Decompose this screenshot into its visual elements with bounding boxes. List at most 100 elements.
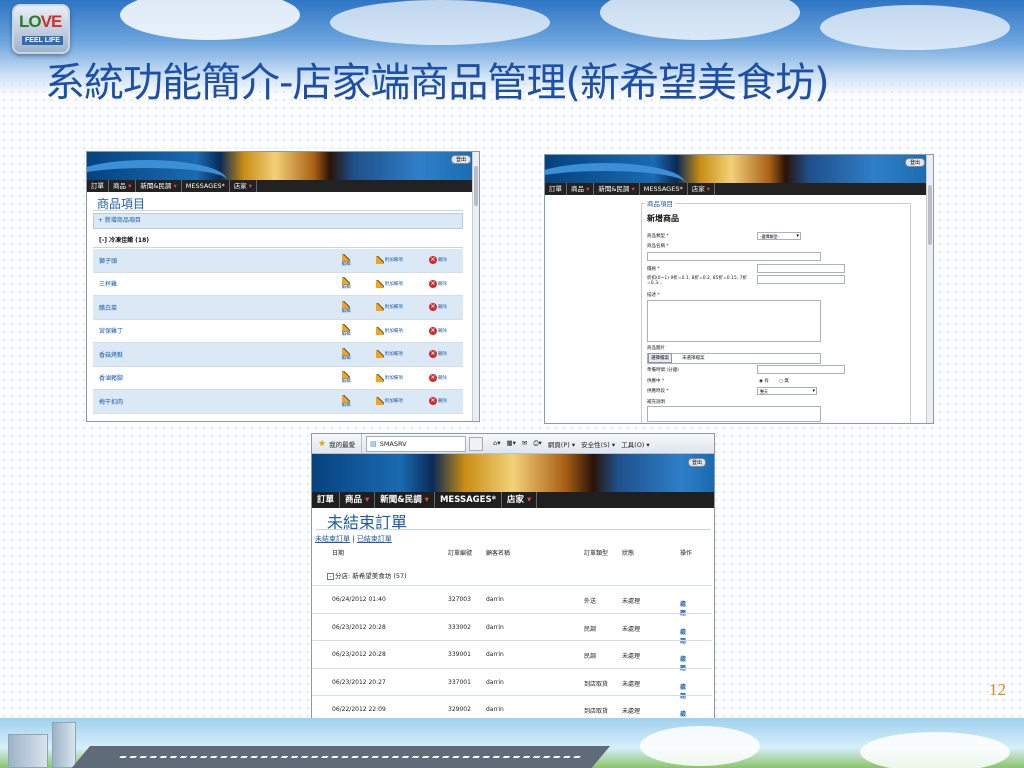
menu-news[interactable]: 新聞&民調 ▾ bbox=[594, 183, 640, 195]
edit-button[interactable]: 編輯 bbox=[342, 347, 376, 361]
browse-button[interactable]: 選擇檔案 bbox=[648, 353, 672, 363]
cmd-safety[interactable]: 安全性(S) ▾ bbox=[581, 439, 615, 449]
favorites-button[interactable]: ★ 我的最愛 bbox=[312, 434, 363, 454]
menu-news[interactable]: 新聞&民調 ▾ bbox=[375, 492, 435, 508]
discount-input[interactable] bbox=[757, 275, 845, 284]
menu-messages[interactable]: MESSAGES* bbox=[182, 180, 230, 192]
category-header[interactable]: [-] 冷凍佳餚 (18) bbox=[93, 234, 463, 248]
order-number: 329002 bbox=[448, 706, 471, 713]
period-select[interactable]: 整天 bbox=[757, 387, 817, 395]
delete-button[interactable]: × 刪除 bbox=[428, 303, 463, 312]
prep-time-input[interactable] bbox=[757, 365, 845, 374]
type-select[interactable]: -選擇類型- bbox=[757, 232, 801, 240]
product-name[interactable]: 香菇烤麩 bbox=[93, 350, 342, 359]
menu-orders[interactable]: 訂單 bbox=[545, 183, 567, 195]
store-group-header[interactable]: - 分店: 新希望美食坊 (57) bbox=[327, 570, 407, 580]
browser-toolbar: ★ 我的最愛 ▤ SMASRV ⌂▾ ▦▾ ✉ ⎙▾ 網頁(P) ▾ 安全性(S… bbox=[312, 434, 714, 454]
col-customer[interactable]: 顧客名稱 bbox=[486, 548, 510, 557]
menu-products[interactable]: 商品 ▾ bbox=[109, 180, 137, 192]
menu-news[interactable]: 新聞&民調 ▾ bbox=[136, 180, 182, 192]
scrollbar-thumb[interactable] bbox=[928, 185, 932, 245]
logout-button[interactable]: 登出 bbox=[688, 458, 706, 467]
price-input[interactable] bbox=[757, 264, 845, 273]
mail-icon[interactable]: ✉ bbox=[522, 439, 527, 449]
print-icon[interactable]: ⎙▾ bbox=[533, 439, 541, 449]
menu-products[interactable]: 商品 ▾ bbox=[340, 492, 376, 508]
radio-no[interactable]: ○ 無 bbox=[779, 378, 789, 384]
edit-button[interactable]: 編輯 bbox=[342, 371, 376, 384]
product-name[interactable]: 獅子頭 bbox=[93, 256, 342, 265]
main-menu: 訂單 商品 ▾ 新聞&民調 ▾ MESSAGES* 店家 ▾ bbox=[545, 183, 933, 195]
delete-button[interactable]: × 刪除 bbox=[428, 350, 463, 359]
image-label: 商品圖片 bbox=[647, 346, 665, 351]
order-date: 06/23/2012 20:27 bbox=[332, 678, 386, 686]
site-banner: 登出 bbox=[545, 155, 933, 183]
col-date[interactable]: 日期 bbox=[332, 548, 344, 557]
delete-button[interactable]: × 刪除 bbox=[428, 373, 463, 382]
closed-orders-link[interactable]: 已結束訂單 bbox=[357, 535, 392, 543]
col-status[interactable]: 狀態 bbox=[622, 548, 634, 557]
extra-textarea[interactable] bbox=[647, 406, 821, 422]
radio-yes[interactable]: ◉ 有 bbox=[759, 378, 769, 384]
menu-store[interactable]: 店家 ▾ bbox=[502, 492, 538, 508]
browser-tab[interactable]: ▤ SMASRV bbox=[366, 435, 467, 452]
delete-button[interactable]: × 刪除 bbox=[428, 397, 463, 406]
col-type[interactable]: 訂單類型 bbox=[584, 548, 608, 557]
product-name[interactable]: 醋白菜 bbox=[93, 303, 342, 312]
orders-table-header: 日期 訂單編號 顧客名稱 訂單類型 狀態 操作 bbox=[312, 546, 712, 560]
desc-textarea[interactable] bbox=[647, 300, 821, 342]
menu-messages[interactable]: MESSAGES* bbox=[435, 492, 503, 508]
product-name[interactable]: 宮保雞丁 bbox=[93, 326, 342, 335]
addon-button[interactable]: 附加備項 bbox=[375, 350, 429, 359]
order-customer: darrin bbox=[486, 596, 504, 603]
cmd-page[interactable]: 網頁(P) ▾ bbox=[548, 439, 575, 449]
product-name[interactable]: 香滷豬腳 bbox=[93, 373, 342, 382]
addon-button[interactable]: 附加備項 bbox=[375, 373, 429, 382]
pencil-icon bbox=[375, 256, 384, 265]
logout-button[interactable]: 登出 bbox=[905, 158, 925, 167]
edit-button[interactable]: 編輯 bbox=[342, 253, 376, 267]
product-name[interactable]: 三杯雞 bbox=[93, 279, 342, 288]
addon-button[interactable]: 附加備項 bbox=[375, 397, 429, 406]
scrollbar-thumb[interactable] bbox=[474, 166, 478, 206]
order-date: 06/24/2012 01:40 bbox=[332, 596, 386, 603]
col-order-no[interactable]: 訂單編號 bbox=[448, 548, 472, 557]
desc-label: 描述 * bbox=[647, 293, 660, 298]
edit-button[interactable]: 編輯 bbox=[342, 394, 376, 408]
delete-button[interactable]: × 刪除 bbox=[428, 326, 463, 335]
home-icon[interactable]: ⌂▾ bbox=[493, 439, 500, 449]
new-tab-button[interactable] bbox=[469, 436, 484, 451]
feeds-icon[interactable]: ▦▾ bbox=[506, 439, 515, 449]
edit-button[interactable]: 編輯 bbox=[342, 300, 376, 314]
order-type: 到店取貨 bbox=[584, 708, 609, 715]
edit-button[interactable]: 編輯 bbox=[342, 324, 376, 337]
add-product-link[interactable]: + 新增商品項目 bbox=[93, 213, 463, 229]
addon-button[interactable]: 附加備項 bbox=[375, 326, 429, 335]
title-divider bbox=[93, 210, 463, 211]
order-status: 未處理 bbox=[622, 680, 641, 688]
addon-button[interactable]: 附加備項 bbox=[375, 279, 429, 288]
order-number: 339001 bbox=[448, 651, 471, 658]
addon-button[interactable]: 附加備項 bbox=[375, 256, 429, 265]
main-menu: 訂單 商品 ▾ 新聞&民調 ▾ MESSAGES* 店家 ▾ bbox=[312, 492, 714, 508]
menu-orders[interactable]: 訂單 bbox=[312, 492, 341, 508]
menu-messages[interactable]: MESSAGES* bbox=[640, 183, 688, 195]
edit-button[interactable]: 編輯 bbox=[342, 277, 376, 290]
site-banner: 登出 bbox=[87, 152, 479, 180]
delete-button[interactable]: × 刪除 bbox=[428, 279, 463, 288]
logout-button[interactable]: 登出 bbox=[451, 155, 471, 164]
addon-button[interactable]: 附加備項 bbox=[375, 303, 429, 312]
cmd-tools[interactable]: 工具(O) ▾ bbox=[621, 439, 650, 449]
name-input[interactable] bbox=[647, 252, 821, 261]
scrollbar[interactable] bbox=[472, 152, 479, 421]
delete-button[interactable]: × 刪除 bbox=[428, 256, 463, 265]
order-number: 327003 bbox=[448, 596, 471, 603]
menu-store[interactable]: 店家 ▾ bbox=[230, 180, 258, 192]
menu-store[interactable]: 店家 ▾ bbox=[688, 183, 716, 195]
menu-products[interactable]: 商品 ▾ bbox=[567, 183, 595, 195]
menu-orders[interactable]: 訂單 bbox=[87, 180, 109, 192]
scrollbar[interactable] bbox=[926, 155, 933, 423]
delete-icon: × bbox=[428, 256, 437, 265]
open-orders-link[interactable]: 未結束訂單 bbox=[315, 535, 350, 543]
product-name[interactable]: 梅干扣肉 bbox=[93, 397, 342, 406]
